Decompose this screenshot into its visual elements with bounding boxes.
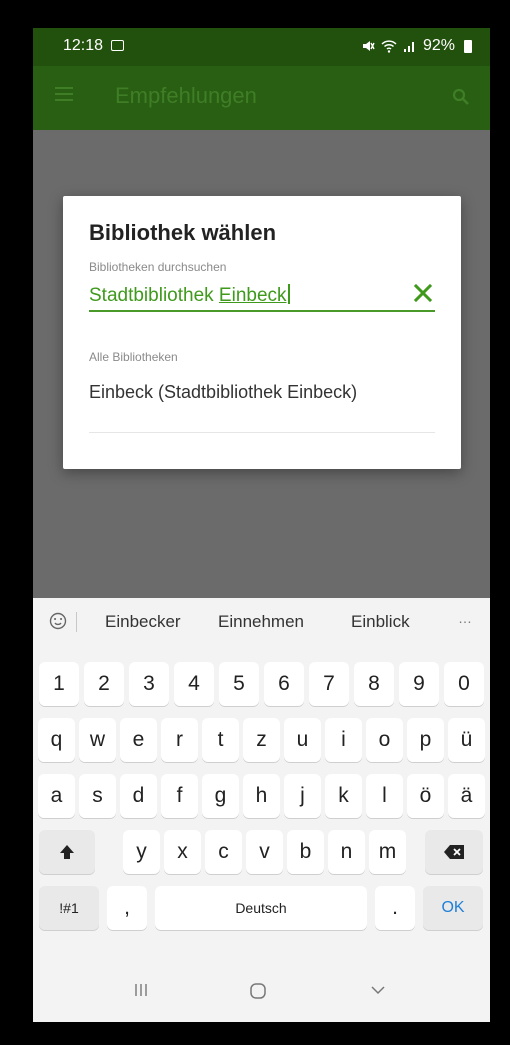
home-icon[interactable]	[249, 982, 267, 1000]
suggestion-bar: Einbecker Einnehmen Einblick …	[33, 598, 490, 644]
shift-key[interactable]	[39, 830, 95, 874]
suggestion-2[interactable]: Einnehmen	[218, 612, 304, 632]
key-u[interactable]: u	[284, 718, 321, 762]
clear-icon[interactable]	[413, 282, 433, 304]
key-r[interactable]: r	[161, 718, 198, 762]
key-g[interactable]: g	[202, 774, 239, 818]
key-x[interactable]: x	[164, 830, 201, 874]
soft-keyboard: Einbecker Einnehmen Einblick … 123456789…	[33, 598, 490, 1022]
dialog-title: Bibliothek wählen	[89, 220, 277, 245]
key-q[interactable]: q	[38, 718, 75, 762]
suggestion-divider	[76, 612, 77, 632]
key-o[interactable]: o	[366, 718, 403, 762]
space-key[interactable]: Deutsch	[155, 886, 367, 930]
status-right: 92%	[361, 37, 472, 55]
key-2[interactable]: 2	[84, 662, 124, 706]
key-n[interactable]: n	[328, 830, 365, 874]
key-v[interactable]: v	[246, 830, 283, 874]
key-y[interactable]: y	[123, 830, 160, 874]
ok-key[interactable]: OK	[423, 886, 483, 930]
key-f[interactable]: f	[161, 774, 198, 818]
suggestion-1[interactable]: Einbecker	[105, 612, 181, 632]
library-list-item[interactable]: Einbeck (Stadtbibliothek Einbeck)	[89, 382, 435, 433]
key-0[interactable]: 0	[444, 662, 484, 706]
app-bar: Empfehlungen	[33, 66, 490, 130]
search-icon[interactable]	[452, 88, 470, 106]
symbols-key[interactable]: !#1	[39, 886, 99, 930]
hide-keyboard-icon[interactable]	[369, 982, 387, 998]
key-6[interactable]: 6	[264, 662, 304, 706]
battery-percent: 92%	[422, 37, 455, 54]
navigation-bar	[33, 962, 490, 1022]
key-m[interactable]: m	[369, 830, 406, 874]
comma-key[interactable]: ,	[107, 886, 147, 930]
recent-apps-icon[interactable]	[133, 982, 149, 998]
period-key[interactable]: .	[375, 886, 415, 930]
key-h[interactable]: h	[243, 774, 280, 818]
key-i[interactable]: i	[325, 718, 362, 762]
key-b[interactable]: b	[287, 830, 324, 874]
more-suggestions-icon[interactable]: …	[458, 610, 473, 626]
key-e[interactable]: e	[120, 718, 157, 762]
key-z[interactable]: z	[243, 718, 280, 762]
key-7[interactable]: 7	[309, 662, 349, 706]
key-5[interactable]: 5	[219, 662, 259, 706]
emoji-icon[interactable]	[49, 612, 67, 630]
key-1[interactable]: 1	[39, 662, 79, 706]
battery-icon	[464, 39, 472, 53]
text-cursor	[287, 284, 290, 304]
key-s[interactable]: s	[79, 774, 116, 818]
key-c[interactable]: c	[205, 830, 242, 874]
shift-icon	[60, 845, 74, 859]
search-value-word: Einbeck	[218, 285, 287, 306]
search-hint: Bibliotheken durchsuchen	[89, 260, 227, 274]
page-title: Empfehlungen	[115, 83, 257, 108]
key-4[interactable]: 4	[174, 662, 214, 706]
key-a[interactable]: a	[38, 774, 75, 818]
key-d[interactable]: d	[120, 774, 157, 818]
library-picker-dialog: Bibliothek wählen Bibliotheken durchsuch…	[63, 196, 461, 469]
library-list-item-label: Einbeck (Stadtbibliothek Einbeck)	[89, 382, 358, 402]
backspace-icon	[444, 845, 464, 859]
search-value: Stadtbibliothek Einbeck	[89, 284, 290, 307]
key-t[interactable]: t	[202, 718, 239, 762]
key-w[interactable]: w	[79, 718, 116, 762]
key-ö[interactable]: ö	[407, 774, 444, 818]
wifi-icon	[381, 40, 397, 53]
key-ä[interactable]: ä	[448, 774, 485, 818]
suggestion-3[interactable]: Einblick	[351, 612, 410, 632]
menu-icon[interactable]	[55, 87, 73, 101]
phone-screen: 12:18 92% Empfehlungen Bibliothek wählen…	[33, 28, 490, 1022]
key-l[interactable]: l	[366, 774, 403, 818]
status-bar: 12:18 92%	[33, 28, 490, 66]
key-k[interactable]: k	[325, 774, 362, 818]
key-9[interactable]: 9	[399, 662, 439, 706]
search-value-prefix: Stadtbibliothek	[89, 285, 219, 306]
library-search-input[interactable]: Stadtbibliothek Einbeck	[89, 280, 435, 312]
status-time: 12:18	[63, 37, 104, 54]
key-p[interactable]: p	[407, 718, 444, 762]
mute-icon	[362, 41, 375, 51]
key-8[interactable]: 8	[354, 662, 394, 706]
backspace-key[interactable]	[425, 830, 483, 874]
key-ü[interactable]: ü	[448, 718, 485, 762]
gallery-notification-icon	[111, 40, 124, 51]
key-j[interactable]: j	[284, 774, 321, 818]
key-3[interactable]: 3	[129, 662, 169, 706]
section-label: Alle Bibliotheken	[89, 350, 178, 364]
signal-icon	[403, 42, 414, 52]
